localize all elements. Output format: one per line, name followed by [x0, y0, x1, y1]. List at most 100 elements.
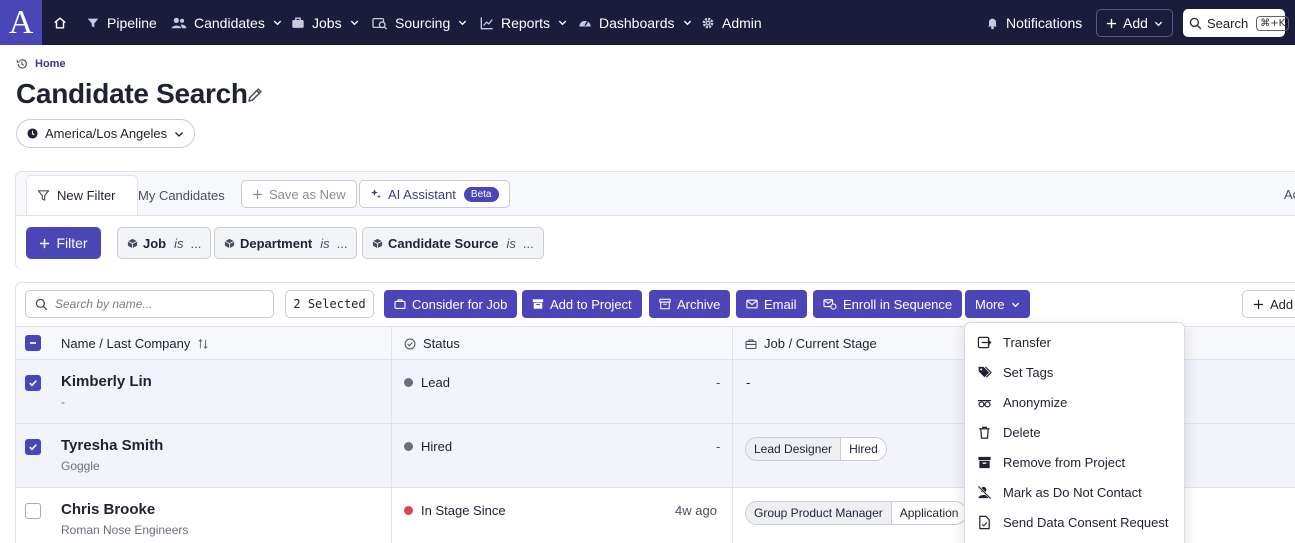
nav-item-label: Pipeline	[107, 14, 157, 31]
chevron-down-icon	[273, 18, 282, 27]
candidate-name[interactable]: Kimberly Lin	[61, 373, 152, 390]
briefcase-icon	[291, 16, 305, 30]
mail-icon	[746, 298, 758, 310]
email-button[interactable]: Email	[736, 290, 807, 318]
tab-new-filter[interactable]: New Filter	[26, 175, 138, 215]
stage-name: Hired	[841, 438, 886, 460]
nav-item-pipeline[interactable]: Pipeline	[86, 0, 157, 45]
consider-for-job-button[interactable]: Consider for Job	[384, 290, 518, 318]
row-checkbox[interactable]	[25, 439, 41, 455]
chip-operator: is	[320, 235, 330, 251]
trash-icon	[977, 425, 992, 440]
nav-item-admin[interactable]: Admin	[701, 0, 762, 45]
chip-value: ...	[522, 235, 534, 251]
chip-operator: is	[506, 235, 516, 251]
ai-assistant-label: AI Assistant	[388, 186, 456, 202]
candidate-name[interactable]: Tyresha Smith	[61, 437, 163, 454]
column-header-name[interactable]: Name / Last Company	[61, 327, 209, 360]
chevron-down-icon	[174, 129, 184, 139]
select-all-checkbox[interactable]	[25, 335, 41, 351]
nav-item-dashboards[interactable]: Dashboards	[578, 0, 692, 45]
button-label: Enroll in Sequence	[843, 296, 953, 312]
filter-chip-department[interactable]: Department is ...	[214, 227, 358, 259]
tab-cut-off[interactable]: Ac	[1284, 187, 1295, 202]
more-actions-button[interactable]: More	[965, 290, 1030, 318]
row-checkbox[interactable]	[25, 503, 41, 519]
tab-my-candidates[interactable]: My Candidates	[138, 175, 225, 215]
button-label: More	[975, 296, 1005, 312]
home-nav[interactable]	[53, 0, 67, 45]
menu-item-send-consent-request[interactable]: Send Data Consent Request	[965, 507, 1184, 537]
menu-item-remove-from-project[interactable]: Remove from Project	[965, 447, 1184, 477]
users-icon	[171, 16, 187, 30]
menu-item-label: Delete	[1003, 424, 1041, 440]
anonymize-icon	[977, 395, 992, 410]
tab-label: New Filter	[57, 188, 116, 203]
page-title: Candidate Search	[16, 78, 248, 109]
search-placeholder: Search by name...	[55, 297, 153, 311]
top-nav: A Pipeline Candidates Jobs Sourcing Repo…	[0, 0, 1295, 45]
row-checkbox[interactable]	[25, 375, 41, 391]
search-label: Search	[1207, 15, 1249, 31]
filter-label: Filter	[56, 235, 88, 251]
menu-item-delete[interactable]: Delete	[965, 417, 1184, 447]
add-to-project-button[interactable]: Add to Project	[522, 290, 642, 318]
candidate-status: Hired	[404, 439, 452, 454]
filter-chip-candidate-source[interactable]: Candidate Source is ...	[362, 227, 544, 259]
add-column-label: Add	[1270, 296, 1294, 312]
job-stage-pill[interactable]: Lead Designer Hired	[745, 437, 887, 461]
nav-item-jobs[interactable]: Jobs	[291, 0, 359, 45]
menu-item-do-not-contact[interactable]: Mark as Do Not Contact	[965, 477, 1184, 507]
column-label: Status	[423, 336, 460, 351]
status-since: -	[716, 439, 721, 454]
candidate-company: Roman Nose Engineers	[61, 523, 189, 537]
menu-item-anonymize[interactable]: Anonymize	[965, 387, 1184, 417]
ai-assistant-button[interactable]: AI Assistant Beta	[359, 180, 510, 208]
add-button[interactable]: Add	[1096, 9, 1173, 37]
chevron-down-icon	[1011, 300, 1020, 309]
chip-field: Department	[240, 235, 313, 251]
add-column-button[interactable]: Add	[1242, 290, 1295, 318]
menu-item-label: Anonymize	[1003, 394, 1068, 410]
archive-icon	[659, 298, 671, 310]
nav-item-label: Jobs	[312, 14, 342, 31]
breadcrumb-home-link[interactable]: Home	[35, 58, 66, 70]
name-search-input[interactable]: Search by name...	[25, 290, 274, 318]
chevron-down-icon	[350, 18, 359, 27]
archive-box-icon	[977, 455, 992, 470]
chevron-down-icon	[1154, 19, 1163, 28]
timezone-selector[interactable]: America/Los Angeles	[16, 119, 196, 148]
nav-item-sourcing[interactable]: Sourcing	[372, 0, 467, 45]
filter-chip-job[interactable]: Job is ...	[117, 227, 212, 259]
beta-badge: Beta	[463, 186, 499, 202]
job-stage-pill[interactable]: Group Product Manager Application	[745, 501, 968, 525]
archive-button[interactable]: Archive	[649, 290, 731, 318]
logo-letter: A	[8, 3, 34, 41]
enroll-in-sequence-button[interactable]: Enroll in Sequence	[813, 290, 963, 318]
chip-field: Candidate Source	[388, 235, 499, 251]
global-search-button[interactable]: Search ⌘+K	[1183, 9, 1290, 37]
menu-item-transfer[interactable]: Transfer	[965, 327, 1184, 357]
column-header-status[interactable]: Status	[404, 327, 460, 360]
selected-count: 2 Selected	[285, 290, 374, 318]
add-filter-button[interactable]: Filter	[26, 227, 101, 259]
status-since: 4w ago	[675, 503, 717, 518]
filter-row: Filter Job is ... Department is ... Cand…	[16, 215, 1295, 269]
notifications-button[interactable]: Notifications	[986, 0, 1082, 45]
pencil-icon[interactable]	[246, 86, 264, 104]
app-logo[interactable]: A	[0, 0, 42, 45]
status-label: Lead	[421, 375, 450, 390]
filter-funnel-icon	[37, 189, 50, 202]
gauge-icon	[578, 16, 592, 30]
nav-item-reports[interactable]: Reports	[480, 0, 567, 45]
candidate-name[interactable]: Chris Brooke	[61, 501, 155, 518]
job-name: Group Product Manager	[746, 502, 892, 524]
nav-item-candidates[interactable]: Candidates	[171, 0, 282, 45]
chip-field: Job	[143, 235, 167, 251]
breadcrumb: Home	[16, 58, 66, 70]
column-header-job[interactable]: Job / Current Stage	[745, 327, 877, 360]
menu-item-set-tags[interactable]: Set Tags	[965, 357, 1184, 387]
save-as-new-button[interactable]: Save as New	[241, 180, 357, 208]
sort-icon[interactable]	[197, 338, 209, 350]
chevron-down-icon	[683, 18, 692, 27]
